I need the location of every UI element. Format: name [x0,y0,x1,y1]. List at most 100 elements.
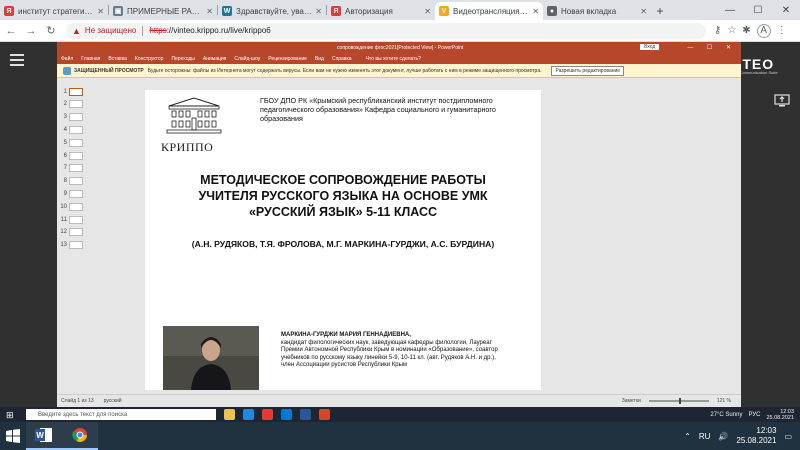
star-icon[interactable]: ☆ [727,25,736,36]
slide-thumbnail[interactable]: 7 [59,163,85,174]
ribbon-help-search[interactable]: Что вы хотите сделать? [366,56,421,62]
slide-thumbnail[interactable]: 5 [59,137,85,148]
close-icon[interactable]: ✕ [772,0,800,20]
menu-icon[interactable]: ⋮ [777,25,787,36]
protected-view-text: Будьте осторожны: файлы из Интернета мог… [147,67,542,74]
slide-thumbnail-preview [69,125,83,134]
slide-thumbnail-preview [69,164,83,173]
remote-lang: РУС [748,411,761,418]
ribbon-tab[interactable]: Справка [332,56,352,62]
speaker-name: МАРКИНА-ГУРДЖИ МАРИЯ ГЕННАДИЕВНА, [281,332,411,338]
windows-start-icon[interactable] [0,422,26,450]
browser-tab[interactable]: Я Авторизация ✕ [327,2,435,20]
tab-favicon-icon: ● [547,6,557,16]
ribbon-tab[interactable]: Анимация [203,56,226,62]
slide-thumbnail-preview [69,215,83,224]
tab-close-icon[interactable]: ✕ [640,7,647,16]
browser-tab[interactable]: ● Новая вкладка ✕ [543,2,651,20]
new-tab-button[interactable]: + [651,2,669,20]
reload-icon[interactable]: ↻ [42,22,60,40]
enable-editing-button[interactable]: Разрешить редактирование [551,65,625,76]
taskbar-word-icon[interactable]: W [26,422,62,450]
extensions-icon[interactable]: ✱ [742,25,750,36]
slide-thumbnail-preview [69,113,83,122]
tab-favicon-icon: V [439,6,449,16]
notes-button[interactable]: Заметки [622,398,641,404]
ribbon-tab[interactable]: Конструктор [135,56,164,62]
tab-close-icon[interactable]: ✕ [532,7,539,16]
ribbon-tab[interactable]: Файл [61,56,73,62]
ppt-window-controls[interactable]: — ☐ ✕ [687,44,737,51]
browser-tab[interactable]: V Видеотрансляция - Vi ✕ [435,2,543,20]
ppt-login-button[interactable]: Вход [640,44,660,50]
windows-tray: ⌃ RU 🔊 12:03 25.08.2021 ▭ [684,426,800,446]
slide-thumbnail-number: 8 [63,178,67,185]
slide-thumbnail-number: 5 [63,139,67,146]
tab-favicon-icon: W [222,6,232,16]
slide-thumbnail[interactable]: 13 [59,240,85,251]
slide-title-line-3: «РУССКИЙ ЯЗЫК» 5-11 КЛАСС [248,205,438,219]
ppt-document-title: сопровождение фгос2021[Protected View] -… [337,45,464,51]
url-path: ://vinteo.krippo.ru/live/krippo6 [166,26,271,35]
slide-main-title: МЕТОДИЧЕСКОЕ СОПРОВОЖДЕНИЕ РАБОТЫ УЧИТЕЛ… [165,172,521,220]
ribbon-tab[interactable]: Вставка [108,56,127,62]
slide-thumbnail[interactable]: 8 [59,176,85,187]
minimize-icon[interactable]: — [716,0,744,20]
ribbon-tab[interactable]: Слайд-шоу [234,56,260,62]
slide-thumbnail[interactable]: 4 [59,124,85,135]
profile-avatar[interactable]: A [756,23,771,38]
maximize-icon[interactable]: ☐ [744,0,772,20]
remote-taskbar-apps [224,409,330,420]
windows-taskbar: W ⌃ RU 🔊 12:03 25.08.2021 ▭ [0,422,800,450]
slide-thumbnail[interactable]: 12 [59,227,85,238]
slide-thumbnail[interactable]: 10 [59,201,85,212]
tab-title: институт стратегии ра [18,6,95,16]
speaker-bio: МАРКИНА-ГУРДЖИ МАРИЯ ГЕННАДИЕВНА, кандид… [281,332,501,370]
remote-taskbar: ⊞ Введите здесь текст для поиска 27°C Su… [0,407,800,422]
slide-thumbnail-preview [69,228,83,237]
hamburger-menu-icon[interactable] [10,54,24,66]
tray-chevron-icon[interactable]: ⌃ [684,432,691,441]
ribbon-tab[interactable]: Главная [81,56,100,62]
language-label: русский [103,398,122,404]
host-lang[interactable]: RU [699,432,711,441]
slide-thumbnail[interactable]: 9 [59,188,85,199]
address-separator [142,25,144,36]
ribbon-tab[interactable]: Переходы [171,56,194,62]
forward-icon[interactable]: → [22,22,40,40]
zoom-slider[interactable] [648,398,709,404]
remote-word-icon [300,409,311,420]
address-bar[interactable]: ▲ Не защищено https ://vinteo.krippo.ru/… [66,22,706,39]
volume-icon[interactable]: 🔊 [718,432,728,441]
tab-favicon-icon: ▣ [113,6,123,16]
slide-thumbnail-preview [69,241,83,250]
notifications-icon[interactable]: ▭ [784,432,792,441]
slide-thumbnail[interactable]: 11 [59,214,85,225]
browser-tab[interactable]: ▣ ПРИМЕРНЫЕ РАБОЧИЕ✕ [109,2,217,20]
tab-close-icon[interactable]: ✕ [315,7,322,16]
tab-close-icon[interactable]: ✕ [97,7,104,16]
share-screen-icon[interactable] [774,94,790,110]
zoom-level: 121 % [716,398,731,404]
browser-tab[interactable]: Яинститут стратегии ра ✕ [0,2,108,20]
taskbar-chrome-icon[interactable] [62,422,98,450]
browser-tab[interactable]: W Здравствуйте, уважае ✕ [218,2,326,20]
tab-close-icon[interactable]: ✕ [424,7,431,16]
slide-thumbnail[interactable]: 2 [59,99,85,110]
tab-close-icon[interactable]: ✕ [206,7,213,16]
slide-authors: (А.Н. РУДЯКОВ, Т.Я. ФРОЛОВА, М.Г. МАРКИН… [191,239,495,249]
slide-thumbnail[interactable]: 3 [59,112,85,123]
remote-chrome-icon [262,409,273,420]
host-clock[interactable]: 12:03 25.08.2021 [736,426,776,446]
back-icon[interactable]: ← [2,22,20,40]
slide-thumbnail-preview [69,177,83,186]
key-icon[interactable]: ⚷ [714,25,721,36]
ribbon-tab[interactable]: Вид [315,56,324,62]
remote-start-icon: ⊞ [6,409,14,420]
ppt-title-bar: сопровождение фгос2021[Protected View] -… [57,42,741,54]
slide-thumbnail[interactable]: 6 [59,150,85,161]
slide-thumbnail[interactable]: 1 [59,86,85,97]
tab-favicon-icon: Я [4,6,14,16]
remote-weather: 27°C Sunny [710,411,743,418]
ribbon-tab[interactable]: Рецензирование [268,56,307,62]
